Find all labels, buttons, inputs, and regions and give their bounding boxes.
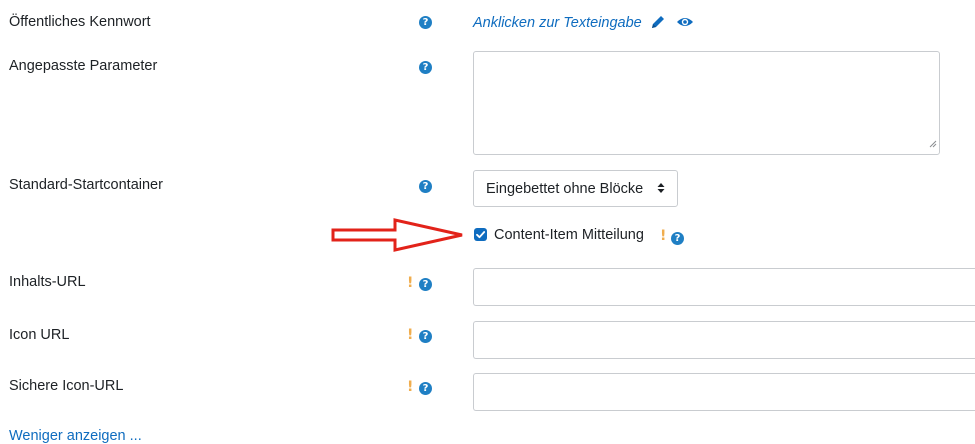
content-item-label: Content-Item Mitteilung <box>494 227 644 243</box>
custom-params-label: Angepasste Parameter <box>9 58 158 74</box>
launch-container-selected: Eingebettet ohne Blöcke <box>486 181 644 197</box>
required-icon: ! <box>407 379 414 395</box>
help-icon[interactable]: ? <box>419 382 432 395</box>
resize-handle-icon[interactable] <box>929 136 937 152</box>
red-arrow-annotation <box>330 218 466 256</box>
eye-icon[interactable] <box>676 15 694 33</box>
pencil-icon[interactable] <box>650 14 666 34</box>
launch-container-select[interactable]: Eingebettet ohne Blöcke <box>473 170 678 207</box>
help-icon[interactable]: ? <box>419 180 432 193</box>
icon-url-label: Icon URL <box>9 327 70 343</box>
custom-params-textarea[interactable] <box>473 51 940 155</box>
help-icon[interactable]: ? <box>419 330 432 343</box>
secure-icon-url-input[interactable] <box>473 373 975 411</box>
content-url-label: Inhalts-URL <box>9 274 86 290</box>
help-icon[interactable]: ? <box>671 232 684 245</box>
show-less-link[interactable]: Weniger anzeigen ... <box>9 428 142 444</box>
required-icon: ! <box>407 275 414 291</box>
help-icon[interactable]: ? <box>419 16 432 29</box>
content-url-input[interactable] <box>473 268 975 306</box>
secure-icon-url-label: Sichere Icon-URL <box>9 378 124 394</box>
public-password-label: Öffentliches Kennwort <box>9 14 151 30</box>
icon-url-input[interactable] <box>473 321 975 359</box>
content-item-checkbox[interactable] <box>474 228 487 241</box>
sort-arrows-icon <box>657 182 665 198</box>
launch-container-label: Standard-Startcontainer <box>9 177 163 193</box>
required-icon: ! <box>407 327 414 343</box>
help-icon[interactable]: ? <box>419 278 432 291</box>
click-to-edit-label: Anklicken zur Texteingabe <box>473 15 642 31</box>
help-icon[interactable]: ? <box>419 61 432 74</box>
required-icon: ! <box>660 228 667 244</box>
click-to-edit-password-link[interactable]: Anklicken zur Texteingabe <box>473 15 642 31</box>
